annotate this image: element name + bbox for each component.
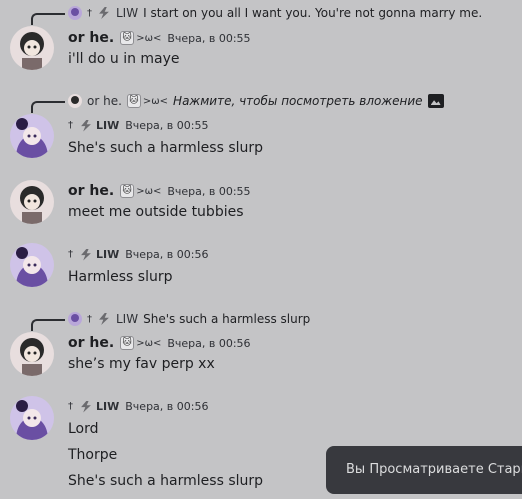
bolt-icon: [99, 313, 109, 325]
author-name[interactable]: or he.: [68, 335, 114, 351]
message-text: Thorpe: [68, 447, 118, 463]
author-name[interactable]: LIW: [79, 400, 119, 413]
dagger-icon: †: [68, 401, 73, 412]
cat-badge-icon: 🐱 >ω<: [126, 94, 168, 108]
dagger-icon: †: [68, 249, 73, 260]
reply-spine: [31, 101, 65, 113]
author-name[interactable]: LIW: [79, 248, 119, 261]
reply-spine: [31, 319, 65, 331]
bolt-icon: [99, 7, 109, 19]
message-text: she’s my fav perp xx: [68, 356, 215, 372]
timestamp: Вчера, в 00:56: [125, 400, 209, 413]
message-text: Lord: [68, 421, 99, 437]
jump-to-present-toast[interactable]: Вы Просматриваете Старые: [326, 446, 522, 494]
author-name[interactable]: LIW: [79, 119, 119, 132]
reply-author: LIW: [116, 312, 139, 326]
message-text: i'll do u in maye: [68, 51, 180, 67]
avatar[interactable]: [10, 332, 54, 376]
message-text: She's such a harmless slurp: [68, 140, 264, 156]
cat-badge-icon: 🐱 >ω<: [120, 184, 161, 198]
reply-preview[interactable]: or he. 🐱 >ω< Нажмите, чтобы посмотреть вл…: [68, 94, 444, 108]
reply-preview[interactable]: † LIW She's such a harmless slurp: [68, 312, 310, 326]
dagger-icon: †: [68, 120, 73, 131]
reply-author: LIW: [116, 6, 139, 20]
reply-avatar: [68, 94, 82, 108]
avatar[interactable]: [10, 180, 54, 224]
image-icon[interactable]: [427, 94, 444, 108]
dagger-icon: †: [87, 7, 92, 19]
bolt-icon: [81, 248, 91, 261]
cat-badge-icon: 🐱 >ω<: [120, 336, 161, 350]
avatar[interactable]: [10, 243, 54, 287]
reply-text: She's such a harmless slurp: [143, 312, 311, 326]
message-text: Harmless slurp: [68, 269, 173, 285]
reply-preview[interactable]: † LIW I start on you all I want you. You…: [68, 6, 482, 20]
reply-avatar: [68, 6, 82, 20]
cat-badge-icon: 🐱 >ω<: [120, 31, 161, 45]
dagger-icon: †: [87, 313, 92, 325]
avatar[interactable]: [10, 114, 54, 158]
timestamp: Вчера, в 00:55: [167, 31, 251, 45]
reply-text: I start on you all I want you. You're no…: [143, 6, 483, 20]
reply-avatar: [68, 312, 82, 326]
message-text: meet me outside tubbies: [68, 204, 244, 220]
timestamp: Вчера, в 00:56: [167, 336, 251, 350]
avatar[interactable]: [10, 26, 54, 70]
avatar[interactable]: [10, 396, 54, 440]
bolt-icon: [81, 119, 91, 132]
reply-spine: [31, 13, 65, 25]
message-text: She's such a harmless slurp: [68, 473, 264, 489]
author-name[interactable]: or he.: [68, 183, 114, 199]
timestamp: Вчера, в 00:56: [125, 248, 209, 261]
bolt-icon: [81, 400, 91, 413]
timestamp: Вчера, в 00:55: [167, 184, 251, 198]
reply-author: or he.: [87, 94, 122, 108]
author-name[interactable]: or he.: [68, 30, 114, 46]
reply-text: Нажмите, чтобы посмотреть вложение: [173, 94, 423, 108]
timestamp: Вчера, в 00:55: [125, 119, 209, 132]
